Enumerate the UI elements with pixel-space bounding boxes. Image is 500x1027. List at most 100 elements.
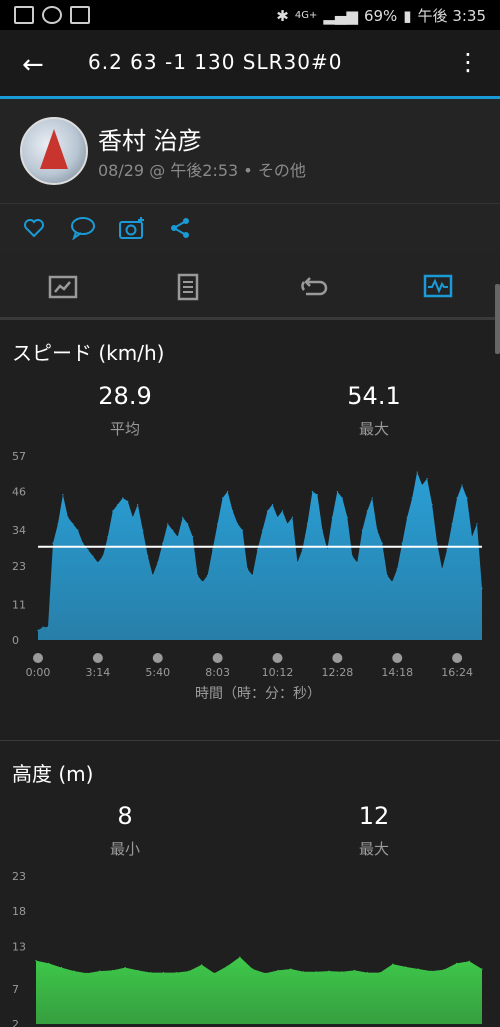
heart-icon[interactable] bbox=[22, 216, 46, 240]
data-point bbox=[371, 497, 373, 499]
data-point bbox=[92, 555, 94, 557]
data-point bbox=[60, 967, 63, 969]
battery-icon: ▮ bbox=[403, 6, 412, 25]
share-icon[interactable] bbox=[168, 216, 192, 240]
data-point bbox=[172, 529, 174, 531]
data-point bbox=[251, 574, 254, 577]
x-tick-label: 8:03 bbox=[205, 666, 230, 679]
y-tick-label: 23 bbox=[12, 560, 26, 573]
data-point bbox=[167, 523, 169, 525]
data-point bbox=[301, 549, 304, 551]
altitude-title: 高度 (m) bbox=[12, 762, 94, 786]
data-point bbox=[48, 962, 50, 964]
data-point bbox=[430, 970, 432, 972]
data-point bbox=[451, 523, 453, 525]
data-point bbox=[42, 626, 44, 628]
y-tick-label: 2 bbox=[12, 1018, 19, 1027]
camera-add-icon[interactable] bbox=[118, 216, 146, 240]
data-point bbox=[471, 536, 473, 538]
data-point bbox=[236, 523, 239, 525]
comment-icon[interactable] bbox=[70, 216, 96, 240]
data-point bbox=[124, 967, 126, 969]
data-point bbox=[311, 490, 313, 493]
sync-icon bbox=[42, 6, 62, 24]
data-point bbox=[142, 529, 144, 531]
x-tick-label: 14:18 bbox=[381, 666, 413, 679]
data-point bbox=[102, 555, 104, 557]
speed-title: スピード (km/h) bbox=[12, 341, 165, 365]
data-point bbox=[356, 561, 358, 564]
x-tick-label: 0:00 bbox=[26, 666, 51, 679]
bluetooth-icon: ✱ bbox=[276, 6, 289, 25]
data-point bbox=[152, 574, 154, 577]
data-point bbox=[132, 516, 134, 518]
details-icon bbox=[177, 273, 198, 301]
data-point bbox=[216, 523, 219, 525]
user-name[interactable]: 香村 治彦 bbox=[98, 121, 202, 156]
data-point bbox=[192, 536, 194, 538]
x-axis-label: 時間（時：分：秒） bbox=[195, 686, 321, 702]
data-point bbox=[175, 971, 177, 974]
data-point bbox=[436, 542, 438, 544]
scrollbar[interactable] bbox=[495, 284, 500, 354]
data-point bbox=[99, 970, 101, 972]
more-options-icon[interactable]: ⋮ bbox=[456, 48, 480, 76]
data-point bbox=[366, 971, 368, 974]
data-point bbox=[241, 529, 244, 531]
data-point bbox=[441, 568, 443, 570]
data-point bbox=[303, 971, 305, 973]
data-point bbox=[261, 529, 264, 531]
data-point bbox=[35, 959, 37, 962]
data-point bbox=[455, 962, 458, 964]
data-point bbox=[321, 529, 323, 531]
altitude-max-value: 12 bbox=[358, 802, 390, 830]
app-bar: ← 6.2 63 -1 130 SLR30#0 ⋮ bbox=[0, 30, 500, 99]
data-point bbox=[456, 497, 458, 499]
data-point bbox=[336, 490, 338, 493]
y-tick-label: 0 bbox=[12, 634, 19, 647]
tab-laps[interactable] bbox=[250, 254, 375, 320]
tab-summary[interactable] bbox=[0, 254, 125, 320]
x-tick-label: 10:12 bbox=[262, 666, 294, 679]
data-point bbox=[212, 549, 214, 551]
x-tick-dot bbox=[452, 653, 463, 663]
x-tick-label: 5:40 bbox=[145, 666, 170, 679]
data-point bbox=[341, 971, 343, 973]
data-point bbox=[468, 960, 470, 962]
y-tick-label: 23 bbox=[12, 870, 26, 883]
data-point bbox=[77, 529, 79, 531]
data-point bbox=[62, 494, 64, 496]
action-bar bbox=[0, 204, 500, 255]
data-point bbox=[162, 971, 165, 974]
series-area bbox=[38, 472, 482, 640]
data-point bbox=[306, 523, 308, 525]
data-point bbox=[431, 503, 433, 506]
laps-icon bbox=[300, 277, 327, 296]
charts-icon bbox=[423, 274, 452, 297]
speed-max-label: 最大 bbox=[358, 420, 389, 438]
data-point bbox=[391, 581, 393, 583]
tab-charts[interactable] bbox=[375, 254, 500, 320]
data-point bbox=[137, 969, 139, 972]
tab-details[interactable] bbox=[125, 254, 250, 320]
data-point bbox=[291, 516, 294, 518]
clock: 午後 3:35 bbox=[417, 7, 486, 25]
data-point bbox=[137, 503, 139, 506]
data-point bbox=[361, 529, 363, 531]
data-point bbox=[286, 523, 289, 525]
data-point bbox=[466, 497, 468, 499]
data-point bbox=[416, 471, 418, 473]
data-point bbox=[97, 561, 99, 564]
data-point bbox=[386, 574, 388, 577]
data-point bbox=[221, 497, 224, 499]
altitude-chart: 2 7 13 18 23 bbox=[12, 870, 483, 1027]
data-point bbox=[290, 968, 292, 970]
y-tick-label: 57 bbox=[12, 450, 26, 463]
data-point bbox=[381, 542, 383, 544]
data-point bbox=[476, 523, 478, 525]
altitude-min-label: 最小 bbox=[109, 840, 140, 858]
data-point bbox=[396, 568, 398, 570]
avatar[interactable] bbox=[20, 117, 88, 185]
back-arrow-icon[interactable]: ← bbox=[22, 50, 44, 80]
data-point bbox=[112, 510, 114, 512]
